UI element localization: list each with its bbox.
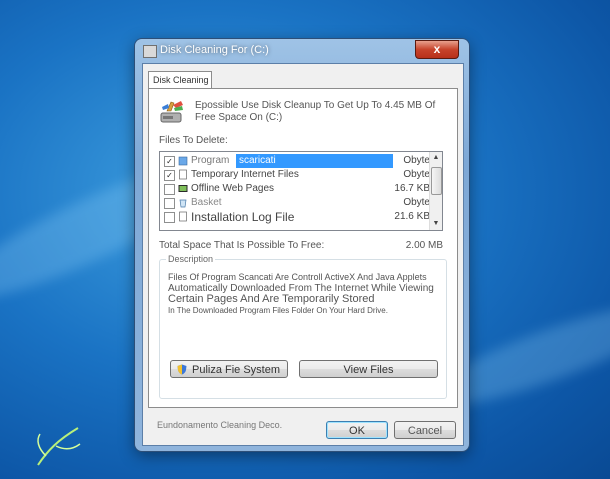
- list-item[interactable]: Offline Web Pages 16.7 KB: [160, 182, 430, 196]
- file-label: Basket: [191, 197, 222, 208]
- total-space-label: Total Space That Is Possible To Free:: [159, 240, 325, 251]
- drive-icon: [143, 45, 157, 58]
- file-checkbox[interactable]: ✓: [164, 170, 175, 181]
- file-label: Installation Log File: [191, 210, 295, 224]
- scroll-up-arrow-icon[interactable]: ▲: [430, 152, 442, 164]
- disk-cleanup-icon: [160, 101, 183, 123]
- description-text: Files Of Program Scancati Are Controll A…: [168, 272, 440, 316]
- scroll-thumb[interactable]: [431, 167, 442, 195]
- clean-up-system-files-label: Puliza Fie System: [191, 364, 281, 376]
- tab-panel: Epossible Use Disk Cleanup To Get Up To …: [148, 88, 458, 408]
- view-files-button[interactable]: View Files: [299, 360, 438, 378]
- ok-button[interactable]: OK: [326, 421, 388, 439]
- file-label: Temporary Internet Files: [191, 169, 299, 180]
- intro-text: Epossible Use Disk Cleanup To Get Up To …: [195, 100, 436, 123]
- description-line: In The Downloaded Program Files Folder O…: [168, 306, 388, 315]
- window-title: Disk Cleaning For (C:): [160, 44, 269, 56]
- files-to-delete-label: Files To Delete:: [159, 135, 228, 146]
- recycle-bin-icon: [179, 199, 187, 208]
- list-item[interactable]: Basket Obyte: [160, 196, 430, 210]
- clean-up-system-files-button[interactable]: Puliza Fie System: [170, 360, 288, 378]
- file-checkbox[interactable]: [164, 212, 175, 223]
- cancel-button[interactable]: Cancel: [394, 421, 456, 439]
- folder-icon: [178, 156, 188, 166]
- file-label: Offline Web Pages: [191, 183, 275, 194]
- total-space-value: 2.00 MB: [405, 240, 443, 251]
- file-label: scaricati: [236, 154, 393, 168]
- dialog-client-area: Disk Cleaning Epossible Use Disk Cleanup…: [142, 63, 464, 446]
- file-checkbox[interactable]: [164, 184, 175, 195]
- file-size: Obyte: [403, 197, 430, 208]
- file-label-prefix: Program: [191, 155, 230, 166]
- list-item[interactable]: ✓ Temporary Internet Files Obyte: [160, 168, 430, 182]
- list-item[interactable]: ✓ Program scaricati Obyte: [160, 154, 430, 168]
- description-line: Certain Pages And Are Temporarily Stored: [168, 293, 375, 305]
- title-bar[interactable]: Disk Cleaning For (C:) x: [135, 39, 469, 63]
- cancel-label: Cancel: [407, 425, 443, 437]
- files-list[interactable]: ✓ Program scaricati Obyte ✓ Temporary In…: [159, 151, 443, 231]
- close-button[interactable]: x: [415, 40, 459, 59]
- file-size: 16.7 KB: [394, 183, 430, 194]
- tab-disk-cleaning[interactable]: Disk Cleaning: [148, 71, 212, 88]
- scroll-down-arrow-icon[interactable]: ▼: [430, 218, 442, 230]
- desktop-leaf-graphic: [37, 427, 81, 466]
- description-legend: Description: [166, 254, 216, 264]
- file-checkbox[interactable]: [164, 198, 175, 209]
- document-icon: [179, 169, 187, 180]
- description-line: Files Of Program Scancati Are Controll A…: [168, 272, 427, 282]
- disk-cleanup-window: Disk Cleaning For (C:) x Disk Cleaning E…: [135, 39, 469, 451]
- how-cleanup-works-link[interactable]: Eundonamento Cleaning Deco.: [157, 420, 282, 430]
- document-icon: [179, 211, 187, 222]
- web-page-icon: [178, 185, 188, 192]
- file-size: Obyte: [403, 155, 430, 166]
- list-item[interactable]: Installation Log File 21.6 KB: [160, 210, 430, 224]
- file-size: 21.6 KB: [394, 211, 430, 222]
- list-scrollbar[interactable]: ▲ ▼: [429, 152, 442, 230]
- file-size: Obyte: [403, 169, 430, 180]
- uac-shield-icon: [177, 364, 187, 375]
- file-checkbox[interactable]: ✓: [164, 156, 175, 167]
- description-group: Description Files Of Program Scancati Ar…: [159, 254, 447, 399]
